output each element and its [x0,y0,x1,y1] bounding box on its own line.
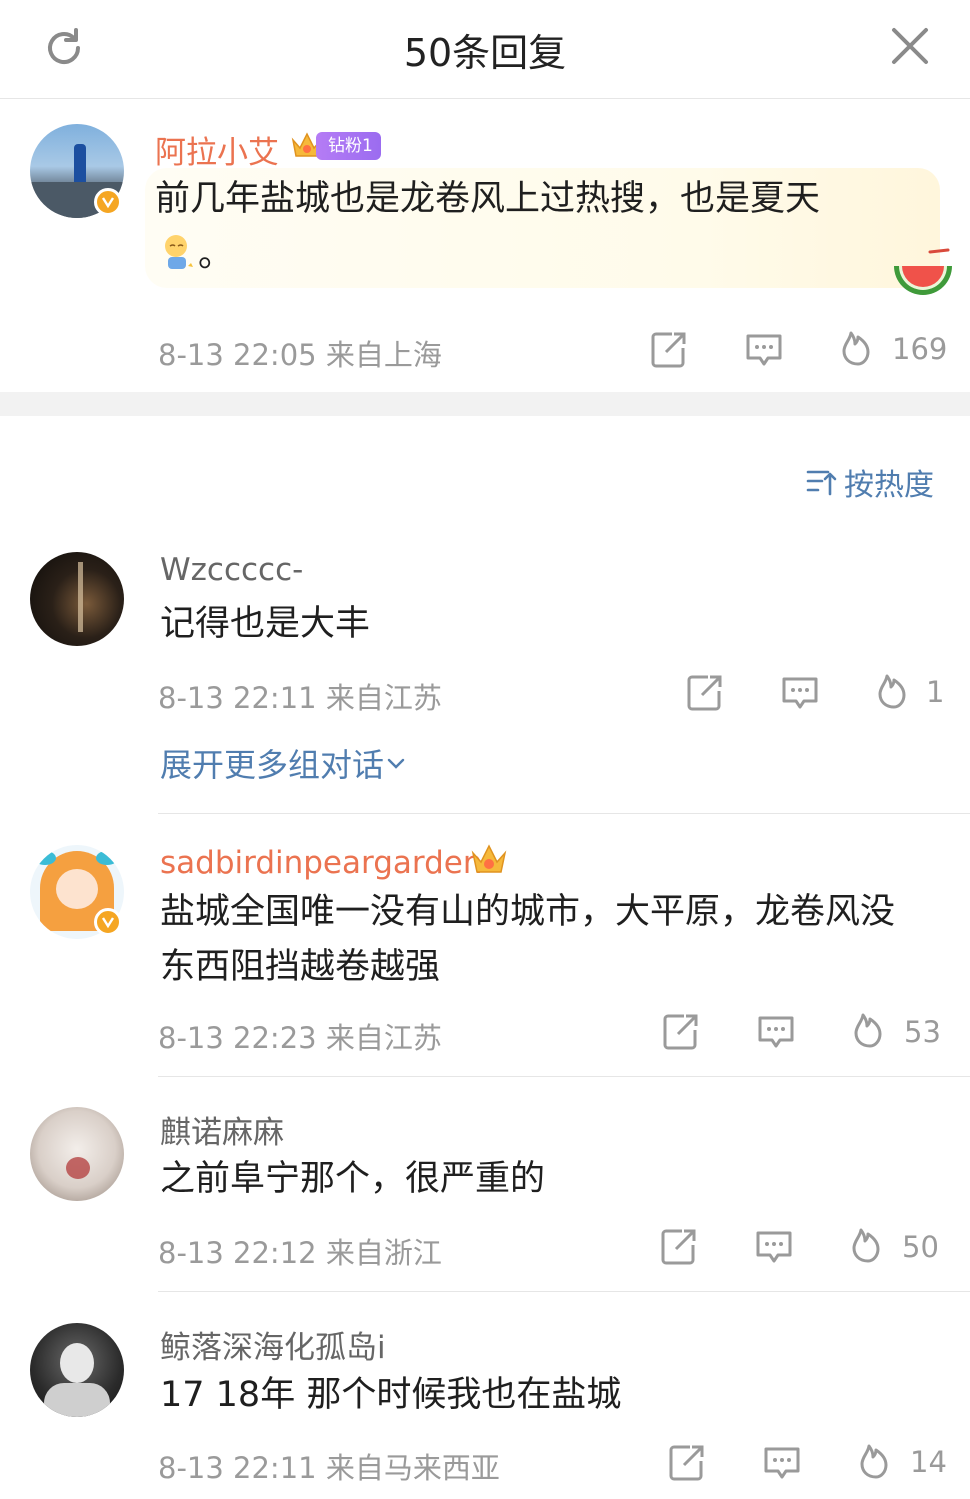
comment-icon[interactable] [762,1443,802,1483]
like-fire-icon[interactable] [838,328,878,368]
emoji-sticker-icon [160,232,196,272]
like-fire-icon[interactable] [856,1441,896,1481]
expand-conversation-link[interactable]: 展开更多组对话 [160,740,408,786]
chevron-down-icon [387,758,405,769]
share-icon[interactable] [686,673,726,713]
fan-level-label: 钻粉1 [316,132,381,160]
like-count: 50 [902,1230,939,1264]
close-icon[interactable] [888,24,932,68]
crown-icon [471,844,507,873]
comment-icon[interactable] [780,673,820,713]
comment-text-line1: 盐城全国唯一没有山的城市，大平原，龙卷风没 [160,892,896,932]
expand-label: 展开更多组对话 [160,746,385,784]
comment-icon[interactable] [744,330,784,370]
timestamp-location: 8-13 22:12 来自浙江 [158,1236,442,1270]
username[interactable]: 麒诺麻麻 [160,1107,284,1152]
like-fire-icon[interactable] [850,1010,890,1050]
divider [158,813,970,814]
header-bar: 50条回复 [0,0,970,99]
avatar[interactable] [30,552,124,646]
timestamp-location: 8-13 22:11 来自马来西亚 [158,1451,500,1485]
sort-icon [806,470,837,496]
verified-badge-icon [94,908,122,936]
comment-text-line1: 之前阜宁那个，很严重的 [160,1159,546,1199]
comment-text-line1: 17 18年 那个时候我也在盐城 [160,1375,622,1415]
share-icon[interactable] [668,1443,708,1483]
verified-badge-icon [94,188,122,216]
username[interactable]: Wzccccc- [160,552,303,588]
like-count: 14 [910,1445,947,1479]
divider [158,1076,970,1077]
username[interactable]: sadbirdinpeargarden [160,845,482,881]
fan-badge: 钻粉1 [290,130,381,162]
comment-text-line1: 前几年盐城也是龙卷风上过热搜，也是夏天 [155,179,821,219]
sort-label: 按热度 [844,468,934,503]
username[interactable]: 鲸落深海化孤岛i [160,1322,386,1367]
comment-text-line2: 东西阻挡越卷越强 [160,947,441,987]
sort-toggle[interactable]: 按热度 [806,462,934,503]
section-divider [0,392,970,416]
page-title: 50条回复 [403,31,567,75]
share-icon[interactable] [662,1012,702,1052]
username[interactable]: 阿拉小艾 [155,127,279,172]
comment-icon[interactable] [756,1012,796,1052]
avatar[interactable] [30,1323,124,1417]
timestamp-location: 8-13 22:11 来自江苏 [158,681,442,715]
timestamp-location: 8-13 22:05 来自上海 [158,338,442,372]
comment-text-line2: 。 [198,235,234,275]
like-fire-icon[interactable] [874,671,914,711]
like-count: 169 [892,332,948,366]
like-count: 1 [926,675,945,709]
share-icon[interactable] [650,330,690,370]
timestamp-location: 8-13 22:23 来自江苏 [158,1021,442,1055]
comment-text-line1: 记得也是大丰 [160,604,371,644]
like-fire-icon[interactable] [848,1225,888,1265]
share-icon[interactable] [660,1227,700,1267]
watermelon-icon [894,248,952,295]
avatar[interactable] [30,1107,124,1201]
divider [158,1291,970,1292]
comment-icon[interactable] [754,1227,794,1267]
like-count: 53 [904,1015,941,1049]
